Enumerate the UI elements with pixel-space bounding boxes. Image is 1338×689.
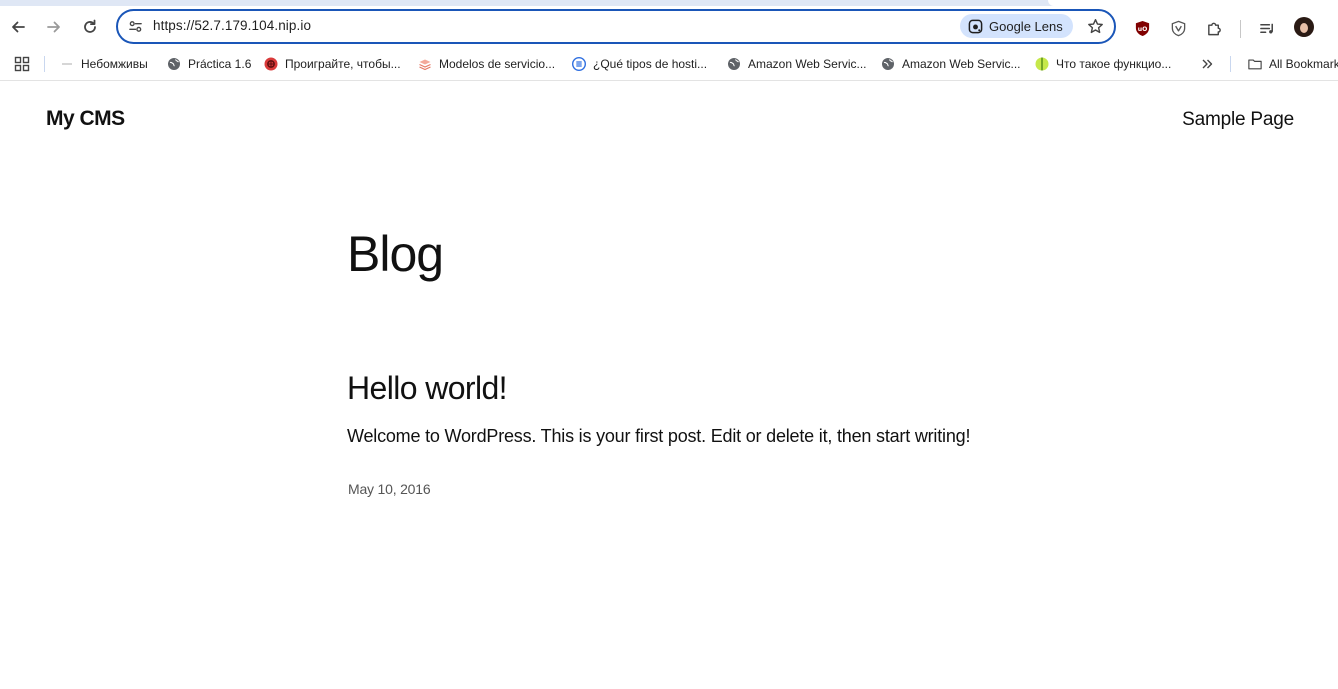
shield-v-extension-icon[interactable]: [1167, 17, 1189, 39]
bookmark-label: Amazon Web Servic...: [902, 57, 1021, 71]
bookmark-label: Небомживы: [81, 57, 148, 71]
profile-avatar[interactable]: [1294, 17, 1314, 37]
browser-toolbar: https://52.7.179.104.nip.io Google Lens …: [0, 6, 1338, 48]
back-button[interactable]: [4, 13, 32, 41]
red-circle-icon: [264, 57, 278, 71]
bookmark-label: Проиграйте, чтобы...: [285, 57, 401, 71]
post-title-link[interactable]: Hello world!: [347, 368, 508, 408]
page-title: Blog: [347, 226, 444, 282]
more-bookmarks-button[interactable]: [1200, 55, 1214, 73]
post-date[interactable]: May 10, 2016: [348, 481, 431, 497]
apps-grid-icon[interactable]: [14, 56, 30, 72]
google-lens-label: Google Lens: [989, 18, 1063, 34]
bookmark-label: Práctica 1.6: [188, 57, 252, 71]
extensions-puzzle-icon[interactable]: [1203, 17, 1225, 39]
star-icon: [1087, 18, 1103, 33]
bookmark-item[interactable]: Небомживы: [60, 55, 148, 73]
bookmark-item[interactable]: ¿Qué tipos de hosti...: [572, 55, 707, 73]
bookmarks-bar: Небомживы Práctica 1.6 Проиграйте, чтобы…: [0, 48, 1338, 81]
bookmark-item[interactable]: Что такое функцио...: [1035, 55, 1171, 73]
folder-icon: [1248, 57, 1262, 71]
nav-link-sample-page[interactable]: Sample Page: [1182, 109, 1294, 131]
bookmark-item[interactable]: Amazon Web Servic...: [881, 55, 1021, 73]
globe-icon: [881, 57, 895, 71]
reload-button[interactable]: [76, 13, 104, 41]
url-text[interactable]: https://52.7.179.104.nip.io: [153, 18, 311, 33]
all-bookmarks-label: All Bookmarks: [1269, 57, 1338, 71]
lens-icon: [968, 19, 983, 33]
site-info-icon[interactable]: [126, 17, 144, 35]
globe-icon: [167, 57, 181, 71]
bookmark-item[interactable]: Проиграйте, чтобы...: [264, 55, 401, 73]
post-excerpt: Welcome to WordPress. This is your first…: [347, 426, 971, 446]
bookmark-item[interactable]: Práctica 1.6: [167, 55, 251, 73]
bookmarks-separator: [44, 56, 45, 72]
arrow-left-icon: [12, 21, 25, 33]
bookmark-label: ¿Qué tipos de hosti...: [593, 57, 708, 71]
svg-text:uO: uO: [1137, 25, 1147, 32]
dash-icon: [60, 57, 74, 71]
bookmarks-separator: [1230, 56, 1231, 72]
forward-button[interactable]: [40, 13, 68, 41]
reload-icon: [84, 19, 96, 33]
all-bookmarks-button[interactable]: All Bookmarks: [1248, 55, 1338, 73]
doc-icon: [572, 57, 586, 71]
bookmark-item[interactable]: Modelos de servicio...: [418, 55, 555, 73]
bookmark-label: Что такое функцио...: [1056, 57, 1172, 71]
toolbar-separator: [1240, 20, 1241, 38]
globe-icon: [727, 57, 741, 71]
ball-icon: [1035, 57, 1049, 71]
bookmark-star-button[interactable]: [1084, 15, 1106, 37]
layers-icon: [418, 57, 432, 71]
ublock-extension-icon[interactable]: uO: [1131, 17, 1153, 39]
arrow-right-icon: [47, 21, 60, 33]
chevron-double-right-icon: [1200, 57, 1214, 71]
site-title[interactable]: My CMS: [46, 107, 125, 131]
bookmark-item[interactable]: Amazon Web Servic...: [727, 55, 867, 73]
media-playlist-icon[interactable]: [1256, 17, 1278, 39]
address-bar[interactable]: https://52.7.179.104.nip.io Google Lens: [116, 9, 1116, 44]
bookmark-label: Modelos de servicio...: [439, 57, 556, 71]
bookmark-label: Amazon Web Servic...: [748, 57, 867, 71]
google-lens-button[interactable]: Google Lens: [960, 14, 1073, 38]
